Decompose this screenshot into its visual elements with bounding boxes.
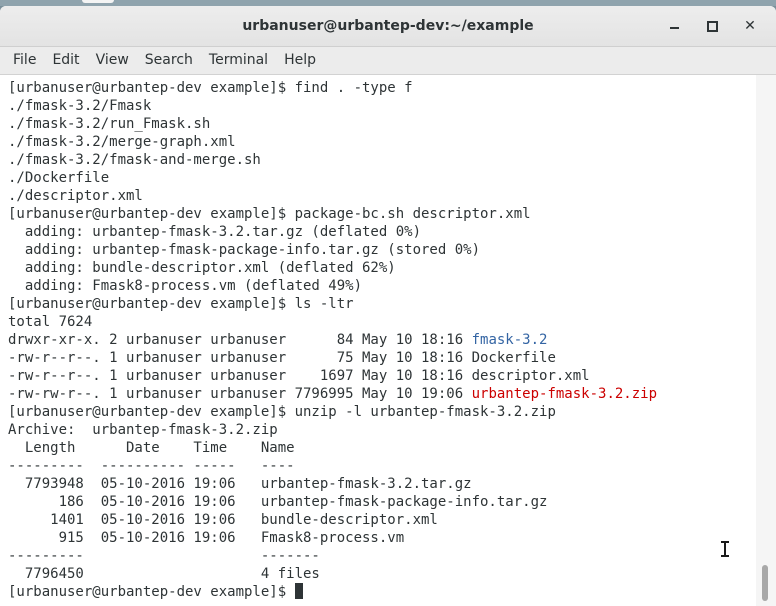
terminal-line: 1401 05-10-2016 19:06 bundle-descriptor.… — [8, 512, 438, 528]
minimize-icon — [669, 27, 679, 29]
menu-edit[interactable]: Edit — [44, 47, 87, 74]
mouse-ibeam-icon — [720, 541, 730, 557]
terminal-line: [urbanuser@urbantep-dev example]$ find .… — [8, 80, 413, 96]
maximize-icon — [706, 20, 718, 32]
terminal-line: --------- ---------- ----- ---- — [8, 458, 295, 474]
terminal-line: adding: urbantep-fmask-3.2.tar.gz (defla… — [8, 224, 422, 240]
menu-search[interactable]: Search — [137, 47, 201, 74]
menu-terminal[interactable]: Terminal — [201, 47, 276, 74]
terminal-output[interactable]: [urbanuser@urbantep-dev example]$ find .… — [8, 79, 748, 605]
terminal-line: ./fmask-3.2/run_Fmask.sh — [8, 116, 211, 132]
menu-help[interactable]: Help — [276, 47, 324, 74]
terminal-line: ./Dockerfile — [8, 170, 110, 186]
terminal-line: total 7624 — [8, 314, 93, 330]
archive-name: urbantep-fmask-3.2.zip — [471, 386, 658, 402]
prompt-text: [urbanuser@urbantep-dev example]$ — [8, 584, 295, 600]
menu-view[interactable]: View — [88, 47, 137, 74]
terminal-line: ./fmask-3.2/Fmask — [8, 98, 152, 114]
listing-text: -rw-rw-r--. 1 urbanuser urbanuser 779699… — [8, 386, 472, 402]
text-cursor — [294, 583, 303, 599]
terminal-line: [urbanuser@urbantep-dev example]$ packag… — [8, 206, 531, 222]
terminal-area[interactable]: [urbanuser@urbantep-dev example]$ find .… — [0, 75, 776, 606]
terminal-line: 915 05-10-2016 19:06 Fmask8-process.vm — [8, 530, 405, 546]
terminal-line: [urbanuser@urbantep-dev example]$ ls -lt… — [8, 296, 354, 312]
close-icon: ✕ — [744, 18, 756, 34]
terminal-line: ./fmask-3.2/merge-graph.xml — [8, 134, 236, 150]
terminal-line-listing: drwxr-xr-x. 2 urbanuser urbanuser 84 May… — [8, 331, 748, 349]
terminal-line: 7793948 05-10-2016 19:06 urbantep-fmask-… — [8, 476, 472, 492]
vertical-scrollbar[interactable] — [756, 75, 776, 606]
terminal-line: Length Date Time Name — [8, 440, 295, 456]
menu-bar: File Edit View Search Terminal Help — [0, 47, 776, 75]
terminal-line: ./descriptor.xml — [8, 188, 143, 204]
menu-file[interactable]: File — [5, 47, 44, 74]
terminal-line: [urbanuser@urbantep-dev example]$ unzip … — [8, 404, 556, 420]
terminal-line: 7796450 4 files — [8, 566, 320, 582]
terminal-window: urbanuser@urbantep-dev:~/example ✕ File E… — [0, 6, 776, 606]
terminal-line: -rw-r--r--. 1 urbanuser urbanuser 75 May… — [8, 350, 556, 366]
terminal-line: -rw-r--r--. 1 urbanuser urbanuser 1697 M… — [8, 368, 590, 384]
close-button[interactable]: ✕ — [740, 16, 760, 36]
terminal-line: adding: Fmask8-process.vm (deflated 49%) — [8, 278, 363, 294]
directory-name: fmask-3.2 — [471, 332, 548, 348]
minimize-button[interactable] — [664, 16, 684, 36]
title-bar[interactable]: urbanuser@urbantep-dev:~/example ✕ — [0, 6, 776, 47]
listing-text: drwxr-xr-x. 2 urbanuser urbanuser 84 May… — [8, 332, 472, 348]
scrollbar-thumb[interactable] — [762, 565, 768, 601]
terminal-prompt-line[interactable]: [urbanuser@urbantep-dev example]$ — [8, 583, 748, 601]
terminal-line: --------- ------- — [8, 548, 320, 564]
terminal-line-listing: -rw-rw-r--. 1 urbanuser urbanuser 779699… — [8, 385, 748, 403]
terminal-line: ./fmask-3.2/fmask-and-merge.sh — [8, 152, 261, 168]
terminal-line: adding: urbantep-fmask-package-info.tar.… — [8, 242, 481, 258]
desktop-panel-tab — [82, 0, 114, 3]
maximize-button[interactable] — [702, 16, 722, 36]
terminal-line: Archive: urbantep-fmask-3.2.zip — [8, 422, 278, 438]
terminal-line: adding: bundle-descriptor.xml (deflated … — [8, 260, 396, 276]
window-title: urbanuser@urbantep-dev:~/example — [242, 18, 534, 34]
terminal-line: 186 05-10-2016 19:06 urbantep-fmask-pack… — [8, 494, 548, 510]
